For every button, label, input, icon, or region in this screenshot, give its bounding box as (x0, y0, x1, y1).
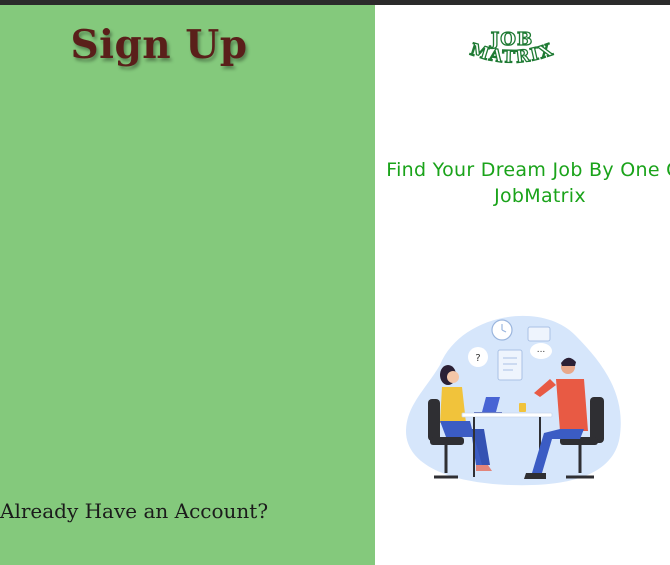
job-interview-illustration: ? ... (405, 315, 621, 486)
already-have-account-link[interactable]: Already Have an Account? (0, 499, 268, 523)
signup-panel (0, 5, 375, 565)
page-title: Sign Up (70, 22, 248, 68)
tagline: Find Your Dream Job By One On JobMatrix (386, 159, 670, 207)
question-bubble-text: ? (475, 353, 480, 364)
dots-bubble-text: ... (537, 345, 546, 355)
jobmatrix-logo: JOB MATRIX (467, 28, 556, 68)
